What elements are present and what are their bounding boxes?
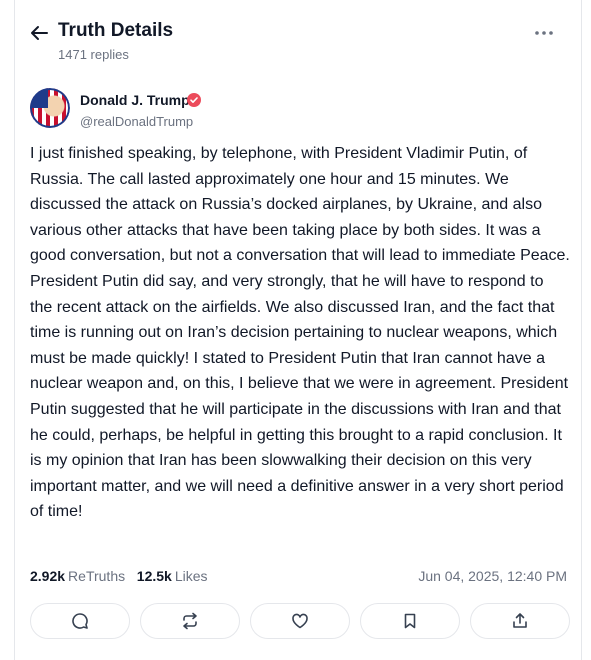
reply-icon	[72, 613, 88, 629]
reply-button[interactable]	[30, 603, 130, 639]
bookmark-button[interactable]	[360, 603, 460, 639]
replies-count: 1471 replies	[58, 47, 129, 62]
action-bar	[30, 603, 570, 641]
retruths-label[interactable]: ReTruths	[68, 568, 125, 584]
post-stats: 2.92k ReTruths 12.5k Likes	[30, 568, 208, 584]
more-options-icon[interactable]	[534, 29, 554, 37]
likes-label[interactable]: Likes	[175, 568, 208, 584]
author-name[interactable]: Donald J. Trump	[80, 92, 190, 108]
author-handle[interactable]: @realDonaldTrump	[80, 114, 193, 129]
post-body: I just finished speaking, by telephone, …	[30, 145, 570, 521]
page-title: Truth Details	[58, 20, 174, 41]
verified-badge-icon	[187, 93, 201, 107]
back-arrow-icon[interactable]	[30, 25, 48, 41]
retruths-count[interactable]: 2.92k	[30, 568, 65, 584]
post-timestamp: Jun 04, 2025, 12:40 PM	[418, 568, 567, 584]
retruth-icon	[183, 612, 197, 630]
retruth-button[interactable]	[140, 603, 240, 639]
share-icon	[513, 613, 527, 628]
avatar[interactable]	[30, 88, 70, 128]
like-button[interactable]	[250, 603, 350, 639]
bookmark-icon	[404, 613, 416, 629]
like-heart-icon	[292, 613, 308, 629]
likes-count[interactable]: 12.5k	[137, 568, 172, 584]
share-button[interactable]	[470, 603, 570, 639]
